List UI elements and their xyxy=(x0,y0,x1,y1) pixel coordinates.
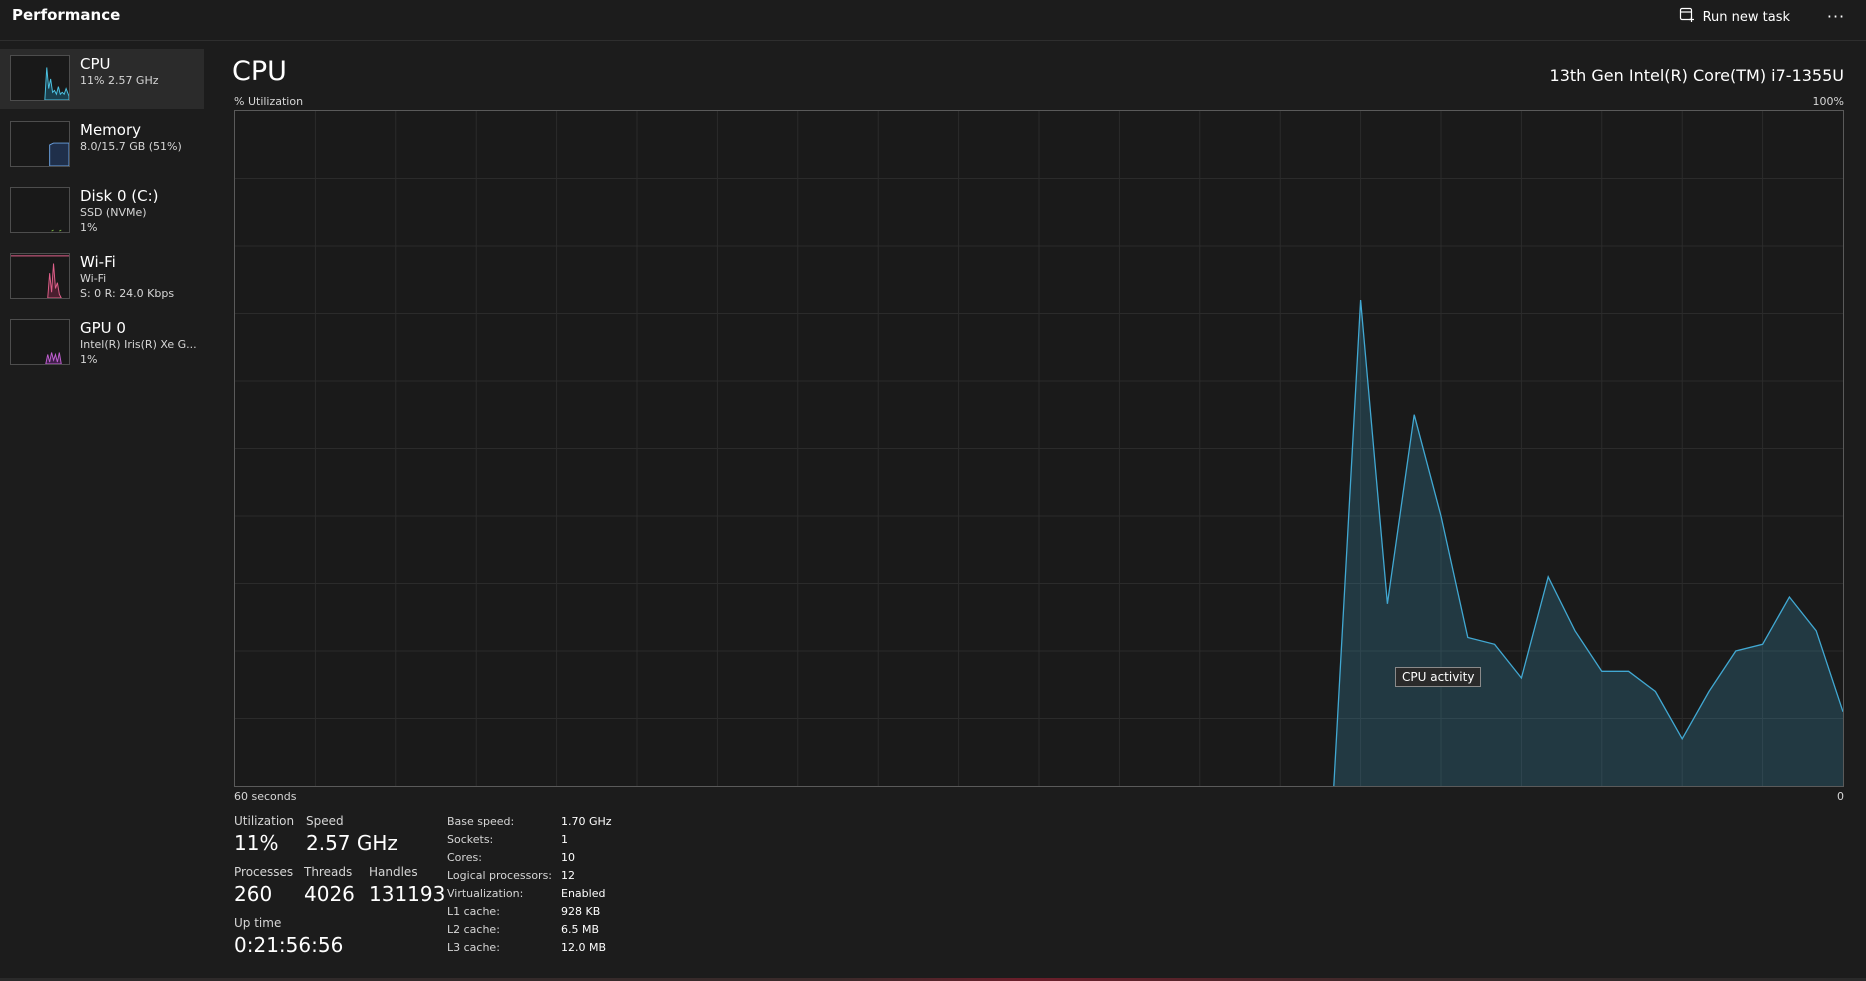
sidebar-item-name: Wi-Fi xyxy=(80,253,116,271)
speed-value: 2.57 GHz xyxy=(306,831,398,855)
spec-row: Virtualization: Enabled xyxy=(447,885,612,903)
threads-stat: Threads 4026 xyxy=(304,864,355,908)
sidebar-item-disk[interactable]: Disk 0 (C:) SSD (NVMe) 1% xyxy=(0,181,204,241)
run-task-icon xyxy=(1679,7,1695,27)
spec-row: L1 cache: 928 KB xyxy=(447,903,612,921)
y-max-label: 100% xyxy=(1812,95,1844,108)
cpu-utilization-chart[interactable]: CPU activity xyxy=(234,110,1844,787)
y-axis-label: % Utilization xyxy=(234,95,304,108)
utilization-stat: Utilization 11% xyxy=(234,813,294,857)
spec-value: 12 xyxy=(561,869,575,882)
speed-label: Speed xyxy=(306,814,344,828)
sidebar-item-detail-2: S: 0 R: 24.0 Kbps xyxy=(80,287,175,300)
cpu-activity-tooltip: CPU activity xyxy=(1395,667,1482,687)
threads-value: 4026 xyxy=(304,882,355,906)
spec-row: Logical processors: 12 xyxy=(447,867,612,885)
sidebar: CPU 11% 2.57 GHz Memory 8.0/15.7 GB (51%… xyxy=(0,49,204,379)
more-options-button[interactable]: ··· xyxy=(1822,4,1850,28)
processes-label: Processes xyxy=(234,865,294,879)
title-bar: Performance Run new task ··· xyxy=(0,0,1866,41)
spec-key: L3 cache: xyxy=(447,941,500,954)
spec-row: L3 cache: 12.0 MB xyxy=(447,939,612,957)
spec-value: 1 xyxy=(561,833,568,846)
sidebar-item-detail: SSD (NVMe) xyxy=(80,206,147,219)
spec-key: L2 cache: xyxy=(447,923,500,936)
processes-value: 260 xyxy=(234,882,273,906)
uptime-stat: Up time 0:21:56:56 xyxy=(234,915,343,959)
run-new-task-button[interactable]: Run new task xyxy=(1679,5,1790,29)
spec-row: Base speed: 1.70 GHz xyxy=(447,813,612,831)
spec-row: L2 cache: 6.5 MB xyxy=(447,921,612,939)
uptime-label: Up time xyxy=(234,916,282,930)
gpu-mini-graph xyxy=(10,319,70,365)
sidebar-item-name: GPU 0 xyxy=(80,319,126,337)
spec-key: Logical processors: xyxy=(447,869,553,882)
sidebar-item-detail: 11% 2.57 GHz xyxy=(80,74,159,87)
utilization-value: 11% xyxy=(234,831,279,855)
spec-row: Sockets: 1 xyxy=(447,831,612,849)
spec-key: Virtualization: xyxy=(447,887,524,900)
cpu-area-fill xyxy=(1333,300,1843,786)
sidebar-item-detail: Intel(R) Iris(R) Xe G... xyxy=(80,338,197,351)
uptime-value: 0:21:56:56 xyxy=(234,933,344,957)
disk-mini-graph xyxy=(10,187,70,233)
spec-value: 6.5 MB xyxy=(561,923,600,936)
sidebar-item-name: Memory xyxy=(80,121,142,139)
x-axis-right-label: 0 xyxy=(1837,790,1844,803)
cpu-specs: Base speed: 1.70 GHz Sockets: 1 Cores: 10 L… xyxy=(447,813,612,957)
spec-value: Enabled xyxy=(561,887,606,900)
page-title: Performance xyxy=(12,6,121,24)
memory-mini-graph xyxy=(10,121,70,167)
sidebar-item-memory[interactable]: Memory 8.0/15.7 GB (51%) xyxy=(0,115,204,175)
spec-value: 12.0 MB xyxy=(561,941,607,954)
spec-key: Sockets: xyxy=(447,833,494,846)
cpu-mini-graph xyxy=(10,55,70,101)
spec-key: L1 cache: xyxy=(447,905,500,918)
cpu-chart-svg xyxy=(235,111,1843,786)
processes-stat: Processes 260 xyxy=(234,864,293,908)
sidebar-item-gpu[interactable]: GPU 0 Intel(R) Iris(R) Xe G... 1% xyxy=(0,313,204,373)
spec-value: 1.70 GHz xyxy=(561,815,612,828)
x-axis-left-label: 60 seconds xyxy=(234,790,297,803)
sidebar-item-wifi[interactable]: Wi-Fi Wi-Fi S: 0 R: 24.0 Kbps xyxy=(0,247,204,307)
sidebar-item-detail: Wi-Fi xyxy=(80,272,107,285)
spec-key: Base speed: xyxy=(447,815,515,828)
spec-value: 928 KB xyxy=(561,905,601,918)
sidebar-item-detail: 8.0/15.7 GB (51%) xyxy=(80,140,182,153)
wifi-mini-graph xyxy=(10,253,70,299)
handles-stat: Handles 131193 xyxy=(369,864,445,908)
cpu-model-name: 13th Gen Intel(R) Core(TM) i7-1355U xyxy=(1549,66,1844,85)
run-task-label: Run new task xyxy=(1702,9,1790,25)
sidebar-item-detail-2: 1% xyxy=(80,221,98,234)
sidebar-item-name: CPU xyxy=(80,55,111,73)
spec-row: Cores: 10 xyxy=(447,849,612,867)
sidebar-item-cpu[interactable]: CPU 11% 2.57 GHz xyxy=(0,49,204,109)
sidebar-item-name: Disk 0 (C:) xyxy=(80,187,159,205)
speed-stat: Speed 2.57 GHz xyxy=(306,813,398,857)
sidebar-item-detail-2: 1% xyxy=(80,353,98,366)
handles-value: 131193 xyxy=(369,882,446,906)
spec-value: 10 xyxy=(561,851,575,864)
main-title: CPU xyxy=(232,56,287,87)
utilization-label: Utilization xyxy=(234,814,295,828)
threads-label: Threads xyxy=(304,865,353,879)
handles-label: Handles xyxy=(369,865,418,879)
spec-key: Cores: xyxy=(447,851,482,864)
